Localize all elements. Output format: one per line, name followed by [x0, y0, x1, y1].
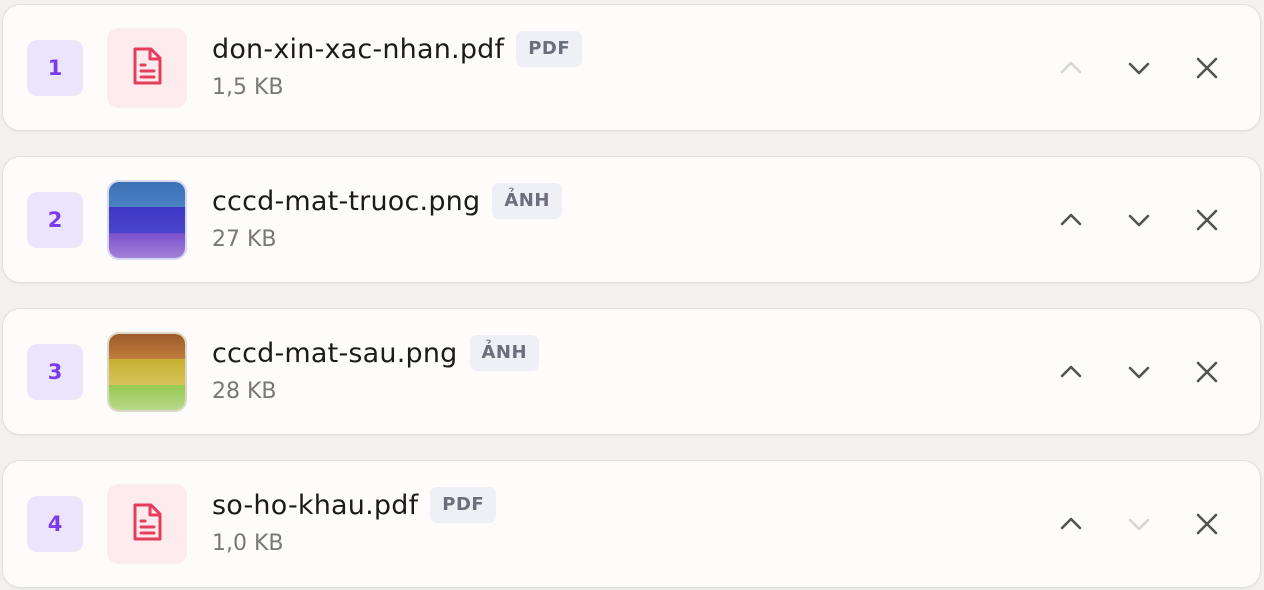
chevron-down-icon [1128, 366, 1150, 379]
file-type-tag: PDF [430, 487, 497, 523]
move-up-button[interactable] [1048, 197, 1094, 243]
file-name: cccd-mat-sau.png [212, 337, 458, 369]
chevron-up-icon [1060, 61, 1082, 74]
move-up-button[interactable] [1048, 45, 1094, 91]
chevron-down-icon [1128, 62, 1150, 75]
file-type-tag: ẢNH [469, 335, 540, 371]
file-name: don-xin-xac-nhan.pdf [212, 33, 505, 65]
file-thumbnail [107, 28, 187, 108]
chevron-down-icon [1128, 214, 1150, 227]
file-size: 1,5 KB [212, 75, 284, 100]
file-name: so-ho-khau.pdf [212, 489, 419, 521]
thumbnail-band [109, 359, 185, 385]
file-size: 28 KB [212, 379, 277, 404]
thumbnail-band [109, 334, 185, 360]
remove-file-button[interactable] [1184, 349, 1230, 395]
file-row: 2 cccd-mat-truoc.png ẢNH 27 KB [2, 156, 1261, 283]
chevron-up-icon [1060, 213, 1082, 226]
file-order-badge: 1 [27, 40, 83, 96]
thumbnail-band [109, 384, 185, 410]
file-row: 3 cccd-mat-sau.png ẢNH 28 KB [2, 308, 1261, 435]
remove-file-button[interactable] [1184, 501, 1230, 547]
move-down-button[interactable] [1116, 501, 1162, 547]
thumbnail-band [109, 182, 185, 208]
file-type-tag: ẢNH [492, 183, 562, 219]
close-icon [1196, 361, 1218, 383]
file-size: 1,0 KB [212, 531, 284, 556]
file-order-badge: 2 [27, 192, 83, 248]
remove-file-button[interactable] [1184, 45, 1230, 91]
file-list: 1 don-xin-xac-nhan.pdf PDF 1,5 KB 2 cccd… [0, 0, 1264, 590]
thumbnail-band [109, 232, 185, 258]
file-name-line: so-ho-khau.pdf PDF [212, 487, 497, 523]
file-name-line: don-xin-xac-nhan.pdf PDF [212, 31, 583, 67]
file-size: 27 KB [212, 227, 277, 252]
file-thumbnail [107, 484, 187, 564]
image-thumbnail [107, 332, 187, 412]
file-type-tag: PDF [516, 31, 583, 67]
close-icon [1196, 57, 1218, 79]
remove-file-button[interactable] [1184, 197, 1230, 243]
move-down-button[interactable] [1116, 197, 1162, 243]
file-row: 4 so-ho-khau.pdf PDF 1,0 KB [2, 460, 1261, 588]
move-up-button[interactable] [1048, 501, 1094, 547]
file-order-badge: 4 [27, 496, 83, 552]
close-icon [1196, 209, 1218, 231]
move-up-button[interactable] [1048, 349, 1094, 395]
file-order-badge: 3 [27, 344, 83, 400]
move-down-button[interactable] [1116, 349, 1162, 395]
thumbnail-band [109, 207, 185, 233]
chevron-up-icon [1060, 517, 1082, 530]
file-name-line: cccd-mat-sau.png ẢNH [212, 335, 540, 371]
chevron-down-icon [1128, 518, 1150, 531]
pdf-file-icon [130, 46, 164, 90]
file-row: 1 don-xin-xac-nhan.pdf PDF 1,5 KB [2, 4, 1261, 131]
close-icon [1196, 513, 1218, 535]
file-name-line: cccd-mat-truoc.png ẢNH [212, 183, 562, 219]
image-thumbnail [107, 180, 187, 260]
pdf-file-icon [130, 502, 164, 546]
chevron-up-icon [1060, 365, 1082, 378]
file-name: cccd-mat-truoc.png [212, 185, 481, 217]
move-down-button[interactable] [1116, 45, 1162, 91]
